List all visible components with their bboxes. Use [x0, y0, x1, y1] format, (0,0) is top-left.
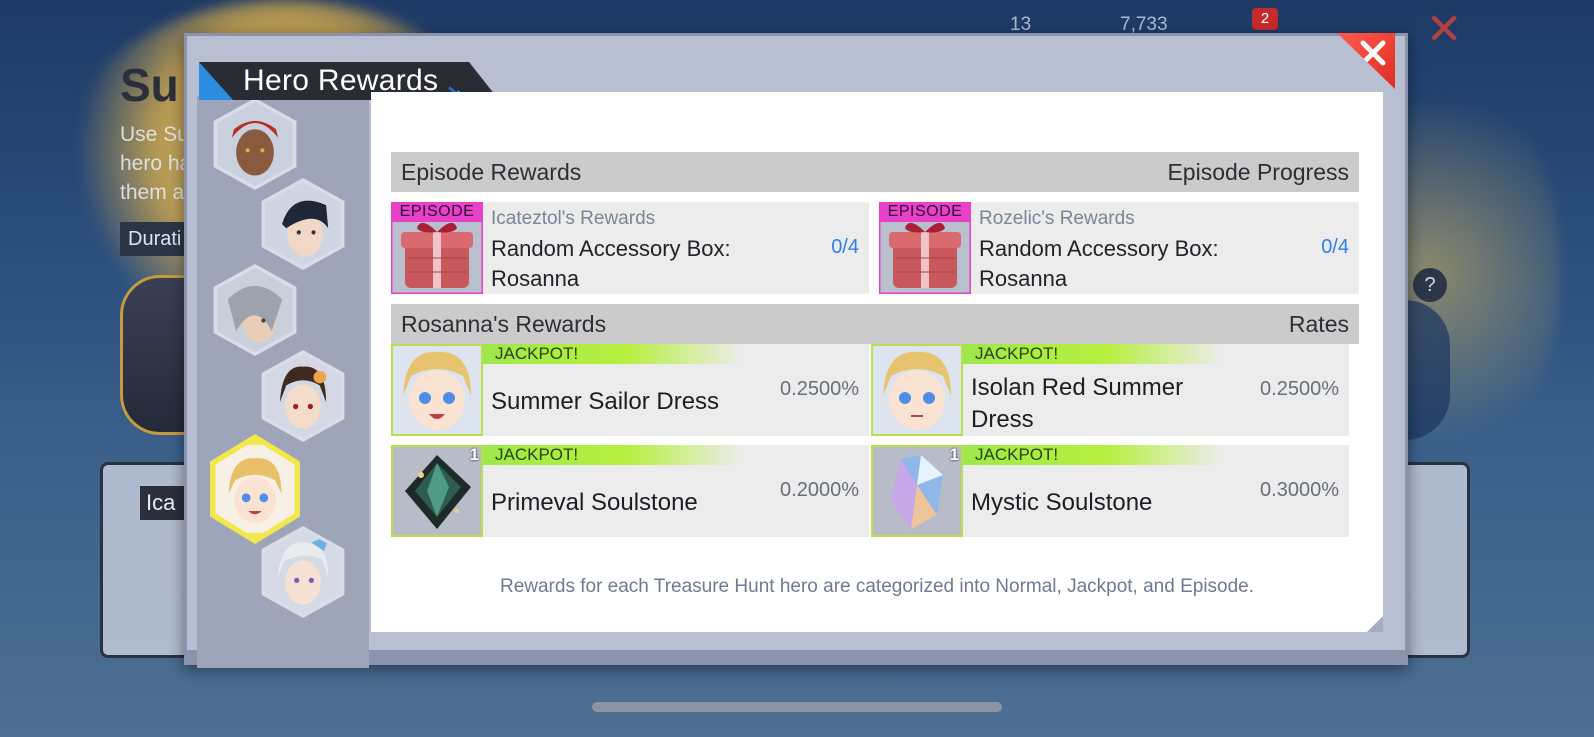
episode-rewards-title: Episode Rewards — [401, 158, 582, 185]
hero-brown-hair[interactable] — [261, 350, 345, 442]
hero-silver-hair[interactable] — [213, 264, 297, 356]
reward-item-name: Summer Sailor Dress — [491, 388, 720, 415]
episode-source: Rozelic's Rewards — [979, 208, 1135, 229]
reward-item-name: Mystic Soulstone — [971, 489, 1153, 516]
reward-rate: 0.2500% — [780, 378, 859, 400]
gift-box-icon: EPISODE — [879, 202, 971, 294]
rosanna-portrait-icon — [871, 344, 963, 436]
episode-tag: EPISODE — [391, 202, 483, 222]
hero-red-hair-portrait — [217, 102, 293, 186]
rewards-footnote: Rewards for each Treasure Hunt hero are … — [499, 576, 1255, 597]
rosanna-rewards-title: Rosanna's Rewards — [401, 310, 607, 337]
rosanna-rewards-header: Rosanna's Rewards Rates — [391, 304, 1359, 344]
episode-item-name: Random Accessory Box: Rosanna — [491, 236, 731, 291]
episode-source: Icateztol's Rewards — [491, 208, 656, 229]
reward-card-primeval-soulstone[interactable]: 1 JACKPOT! Primeval Soulstone 0.2000% — [391, 445, 869, 537]
reward-rate: 0.2500% — [1260, 378, 1339, 400]
episode-progress-title: Episode Progress — [1167, 158, 1349, 185]
jackpot-banner: JACKPOT! — [963, 344, 1223, 364]
hero-white-hair-portrait — [265, 530, 341, 614]
hero-rosanna[interactable] — [210, 434, 300, 544]
hero-silver-hair-portrait — [217, 268, 293, 352]
gift-box-icon: EPISODE — [391, 202, 483, 294]
panel-corner — [1367, 616, 1383, 632]
episode-rewards-header: Episode Rewards Episode Progress — [391, 152, 1359, 192]
reward-item-name: Isolan Red Summer Dress — [971, 374, 1184, 433]
close-icon — [1360, 40, 1386, 66]
hero-dark-hair-portrait — [265, 182, 341, 266]
hero-brown-hair-portrait — [265, 354, 341, 438]
jackpot-banner: JACKPOT! — [483, 344, 743, 364]
modal-bottom-strip — [187, 650, 1405, 662]
reward-card-mystic-soulstone[interactable]: 1 JACKPOT! Mystic Soulstone 0.3000% — [871, 445, 1349, 537]
reward-card-summer-sailor-dress[interactable]: JACKPOT! Summer Sailor Dress 0.2500% — [391, 344, 869, 436]
hero-rewards-modal: Hero Rewards Episode Rewards Episode Pro… — [184, 33, 1408, 668]
reward-item-name: Primeval Soulstone — [491, 489, 698, 516]
jackpot-banner: JACKPOT! — [963, 445, 1223, 465]
reward-card-isolan-red-summer-dress[interactable]: JACKPOT! Isolan Red Summer Dress 0.2500% — [871, 344, 1349, 436]
background-duration-label: Durati — [120, 222, 190, 256]
hero-red-hair[interactable] — [213, 98, 297, 190]
home-indicator[interactable] — [592, 702, 1002, 712]
episode-tag: EPISODE — [879, 202, 971, 222]
hero-rosanna-portrait — [215, 440, 295, 538]
rewards-panel: Episode Rewards Episode Progress EPISODE… — [371, 92, 1383, 632]
close-button[interactable] — [1337, 33, 1395, 89]
hero-white-hair[interactable] — [261, 526, 345, 618]
help-icon[interactable]: ? — [1413, 268, 1447, 302]
mystic-soulstone-icon: 1 — [871, 445, 963, 537]
hero-list — [197, 96, 369, 668]
item-quantity: 1 — [949, 445, 959, 464]
episode-progress: 0/4 — [1321, 236, 1349, 258]
episode-progress: 0/4 — [831, 236, 859, 258]
reward-rate: 0.3000% — [1260, 479, 1339, 501]
episode-reward-card[interactable]: EPISODE Icateztol's Rewards Random Acces… — [391, 202, 869, 294]
reward-rate: 0.2000% — [780, 479, 859, 501]
background-close-icon: ✕ — [1425, 5, 1463, 54]
jackpot-banner: JACKPOT! — [483, 445, 743, 465]
background-event-title: Su — [120, 59, 179, 111]
episode-item-name: Random Accessory Box: Rosanna — [979, 236, 1219, 291]
hero-dark-hair[interactable] — [261, 178, 345, 270]
episode-reward-card[interactable]: EPISODE Rozelic's Rewards Random Accesso… — [879, 202, 1359, 294]
rates-title: Rates — [1288, 310, 1349, 337]
mail-badge: 2 — [1252, 8, 1278, 30]
item-quantity: 1 — [469, 445, 479, 464]
primeval-soulstone-icon: 1 — [391, 445, 483, 537]
rosanna-portrait-icon — [391, 344, 483, 436]
